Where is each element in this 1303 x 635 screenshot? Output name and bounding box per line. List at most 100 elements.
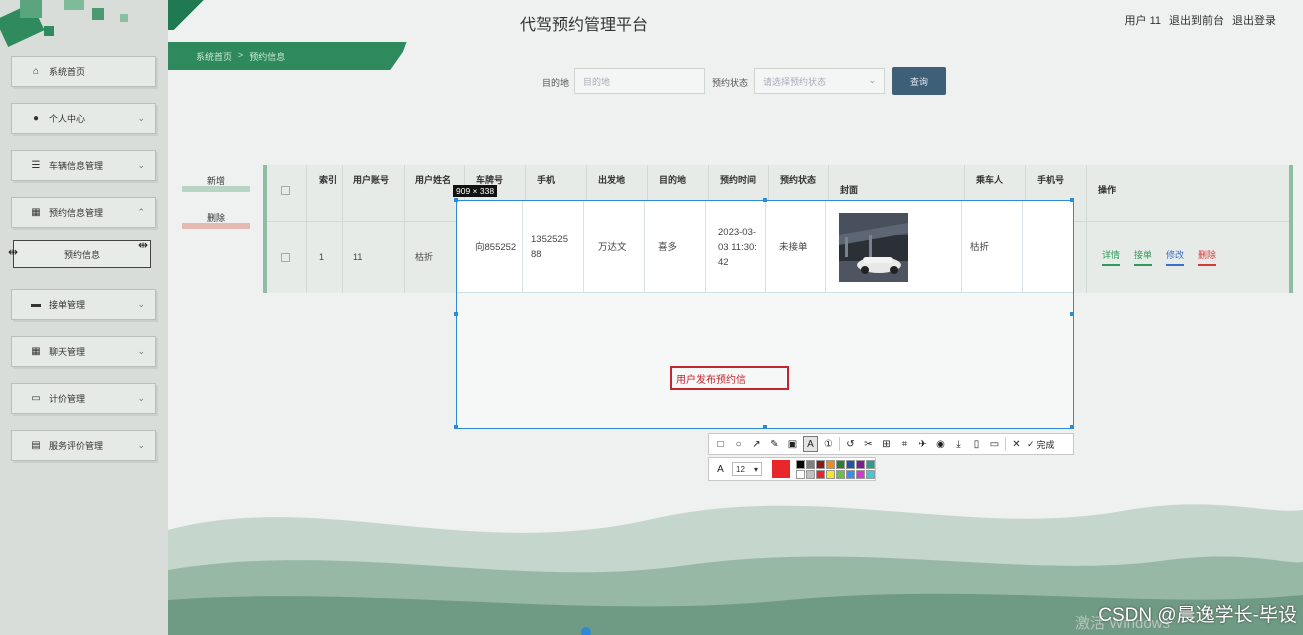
sidebar-item-label: 服务评价管理 (49, 441, 104, 451)
palette-color-swatch[interactable] (796, 469, 805, 479)
sidebar-item-label: 预约信息管理 (49, 208, 104, 218)
palette-color-swatch[interactable] (826, 469, 835, 479)
cell-from: 万达文 (584, 201, 645, 293)
palette-color-swatch[interactable] (826, 459, 835, 469)
car-cover-image (839, 212, 908, 282)
row-checkbox[interactable] (281, 221, 290, 293)
finish-button[interactable]: ✓ 完成 (1027, 438, 1055, 451)
home-icon: ⌂ (32, 65, 40, 77)
column-header[interactable]: 用户姓名 (415, 165, 455, 221)
mosaic-tool-icon[interactable]: ▣ (785, 436, 800, 452)
ocr-icon[interactable]: ⊞ (879, 436, 894, 452)
page-title: 代驾预约管理平台 (520, 17, 649, 34)
delete-button[interactable]: 删除 (182, 211, 250, 229)
download-icon[interactable]: ⤓ (951, 436, 966, 452)
sidebar-item-vehicles[interactable]: ☰ 车辆信息管理 ⌄ (11, 150, 156, 181)
font-size-select[interactable]: 12 ▾ (732, 462, 762, 476)
chevron-down-icon: ⌄ (137, 299, 145, 309)
palette-color-swatch[interactable] (806, 459, 815, 469)
cell-status: 未接单 (766, 201, 826, 293)
chevron-down-icon: ▾ (753, 464, 758, 474)
palette-color-swatch[interactable] (806, 469, 815, 479)
palette-color-swatch[interactable] (856, 459, 865, 469)
palette-color-swatch[interactable] (846, 469, 855, 479)
delete-link[interactable]: 删除 (1198, 248, 1217, 266)
palette-color-swatch[interactable] (836, 459, 845, 469)
sidebar-item-chat[interactable]: ▦ 聊天管理 ⌄ (11, 336, 156, 367)
number-tool-icon[interactable]: ① (821, 436, 836, 452)
cell-index: 1 (319, 252, 325, 262)
clipboard-icon: ▤ (31, 439, 41, 451)
palette-color-swatch[interactable] (836, 469, 845, 479)
select-all-checkbox[interactable] (281, 165, 290, 221)
table-row: 向855252 135252588 万达文 喜多 2023-03-03 11:3… (457, 201, 1073, 293)
chevron-down-icon: ⌄ (137, 440, 145, 450)
column-header: 索引 (319, 175, 338, 185)
palette-color-swatch[interactable] (816, 459, 825, 469)
palette-color-swatch[interactable] (816, 469, 825, 479)
header-decoration (168, 0, 228, 30)
cell-account: 11 (353, 252, 363, 262)
rectangle-tool-icon[interactable]: □ (713, 436, 728, 452)
status-label: 预约状态 (712, 78, 749, 88)
search-button[interactable]: 查询 (892, 67, 946, 95)
sidebar-item-personal[interactable]: ● 个人中心 ⌄ (11, 103, 156, 134)
palette-color-swatch[interactable] (866, 459, 875, 469)
column-header[interactable]: 用户账号 (353, 165, 393, 221)
cut-icon[interactable]: ✂ (861, 436, 876, 452)
pin-icon[interactable]: ✈ (915, 436, 930, 452)
record-icon[interactable]: ◉ (933, 436, 948, 452)
chevron-down-icon: ⌄ (137, 346, 145, 356)
sidebar-item-pricing[interactable]: ▭ 计价管理 ⌄ (11, 383, 156, 414)
undo-icon[interactable]: ↺ (843, 436, 858, 452)
accept-order-link[interactable]: 接单 (1134, 248, 1153, 266)
destination-input[interactable]: 目的地 (574, 68, 705, 94)
sidebar-item-label: 聊天管理 (49, 347, 86, 357)
cell-time: 2023-03-03 11:30:42 (706, 201, 766, 293)
text-tool-icon[interactable]: A (803, 436, 818, 452)
cell-name: 枯折 (415, 252, 434, 262)
bookmark-icon[interactable]: ▭ (987, 436, 1002, 452)
details-link[interactable]: 详情 (1102, 248, 1121, 266)
status-select[interactable]: 请选择预约状态 ⌄ (754, 68, 885, 94)
palette-color-swatch[interactable] (866, 469, 875, 479)
sidebar-item-label: 个人中心 (49, 114, 86, 124)
breadcrumb-home[interactable]: 系统首页 (196, 50, 232, 63)
arrow-tool-icon[interactable]: ↗ (749, 436, 764, 452)
cell-phone: 135252588 (523, 201, 584, 293)
sidebar-item-booking[interactable]: ▦ 预约信息管理 ⌃ (11, 197, 156, 228)
capture-toolbar: □ ○ ↗ ✎ ▣ A ① ↺ ✂ ⊞ ⌗ ✈ ◉ ⤓ ▯ ▭ ✕ ✓ 完成 (708, 433, 1074, 455)
back-to-front-link[interactable]: 退出到前台 (1169, 12, 1224, 28)
sidebar-item-label: 计价管理 (49, 394, 86, 404)
user-links: 用户 11 退出到前台 退出登录 (1125, 12, 1276, 28)
edit-link[interactable]: 修改 (1166, 248, 1185, 266)
chevron-down-icon: ⌄ (868, 75, 876, 85)
sidebar-item-reviews[interactable]: ▤ 服务评价管理 ⌄ (11, 430, 156, 461)
destination-label: 目的地 (542, 78, 570, 88)
palette-color-swatch[interactable] (796, 459, 805, 469)
list-icon: ☰ (31, 159, 41, 171)
sidebar-item-home[interactable]: ⌂ 系统首页 (11, 56, 156, 87)
annotation-text-box[interactable]: 用户发布预约信 (670, 366, 789, 390)
phone-icon[interactable]: ▯ (969, 436, 984, 452)
drag-handle[interactable] (581, 627, 591, 635)
screenshot-selection[interactable]: 向855252 135252588 万达文 喜多 2023-03-03 11:3… (454, 198, 1074, 429)
color-palette (796, 459, 875, 479)
ellipse-tool-icon[interactable]: ○ (731, 436, 746, 452)
grid-icon: ▦ (31, 345, 41, 357)
pen-tool-icon[interactable]: ✎ (767, 436, 782, 452)
close-icon[interactable]: ✕ (1009, 436, 1024, 452)
logout-link[interactable]: 退出登录 (1232, 12, 1276, 28)
scan-icon[interactable]: ⌗ (897, 436, 912, 452)
current-color-swatch[interactable] (772, 460, 790, 478)
grid-icon: ▦ (31, 206, 41, 218)
breadcrumb-separator: > (238, 50, 244, 60)
palette-color-swatch[interactable] (846, 459, 855, 469)
sidebar-item-orders[interactable]: ▬ 接单管理 ⌄ (11, 289, 156, 320)
watermark: CSDN @晨逸学长-毕设 (1098, 605, 1297, 626)
logo (0, 0, 168, 58)
sidebar-subitem-booking-info[interactable]: 预约信息 (13, 240, 151, 268)
palette-color-swatch[interactable] (856, 469, 865, 479)
add-button[interactable]: 新增 (182, 174, 250, 192)
text-options-bar: A 12 ▾ (708, 457, 876, 481)
